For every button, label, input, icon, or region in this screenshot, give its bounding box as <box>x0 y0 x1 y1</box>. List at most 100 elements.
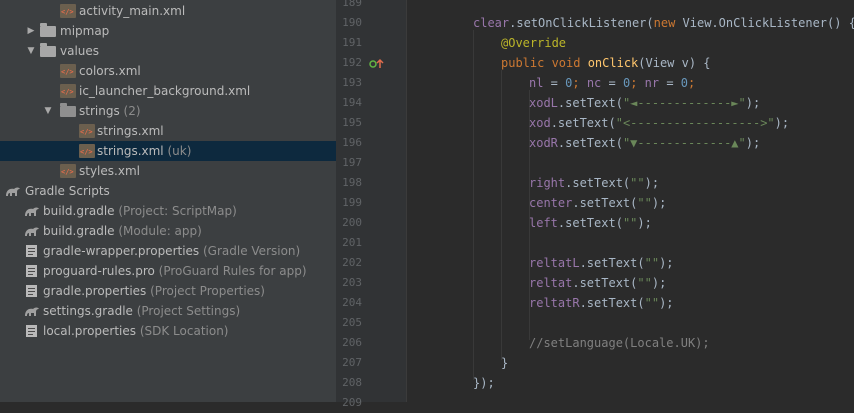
code-line[interactable]: center.setText(""); <box>529 193 666 213</box>
code-token: } <box>501 356 509 370</box>
tree-item-label: strings.xml <box>97 144 164 158</box>
gradle-icon <box>25 307 39 316</box>
code-line[interactable]: left.setText(""); <box>529 213 652 233</box>
code-token: reltat <box>529 276 573 290</box>
tree-item-hint: (Project: ScriptMap) <box>114 204 237 218</box>
tree-item-colors[interactable]: colors.xml <box>0 61 336 81</box>
tree-item-values[interactable]: ▼ values <box>0 41 336 61</box>
gradle-icon <box>25 227 39 236</box>
code-line[interactable]: xodL.setText("◄-------------►"); <box>529 93 760 113</box>
line-number: 209 <box>342 396 362 409</box>
tree-item-label: proguard-rules.pro <box>43 264 155 278</box>
tree-item-mipmap[interactable]: ▶ mipmap <box>0 21 336 41</box>
code-token: onClick <box>587 56 639 70</box>
tree-item-label: ic_launcher_background.xml <box>79 84 251 98</box>
code-line[interactable]: reltatL.setText(""); <box>529 253 674 273</box>
code-token: "<------------------>" <box>615 116 775 130</box>
line-number: 204 <box>342 296 362 309</box>
code-line[interactable]: reltat.setText(""); <box>529 273 666 293</box>
tree-item-strings-xml-uk[interactable]: strings.xml (uk) <box>0 141 336 161</box>
tree-item-hint: (ProGuard Rules for app) <box>154 264 307 278</box>
code-token: center <box>529 196 573 210</box>
code-token: ); <box>745 96 761 110</box>
tree-item-gradle-scripts[interactable]: Gradle Scripts <box>0 181 336 201</box>
tree-item-styles[interactable]: styles.xml <box>0 161 336 181</box>
tree-item-ic-launcher-background[interactable]: ic_launcher_background.xml <box>0 81 336 101</box>
code-line[interactable]: @Override <box>501 33 566 53</box>
code-line[interactable]: } <box>501 353 508 373</box>
code-token: //setLanguage(Locale.UK); <box>529 336 710 350</box>
line-number: 194 <box>342 96 362 109</box>
code-token: xodL <box>529 96 558 110</box>
tree-item-gradle-properties[interactable]: gradle.properties (Project Properties) <box>0 281 336 301</box>
tree-item-label: styles.xml <box>79 164 140 178</box>
code-line[interactable]: right.setText(""); <box>529 173 659 193</box>
line-number: 193 <box>342 76 362 89</box>
code-line[interactable]: xodR.setText("▼-------------▲"); <box>529 133 760 153</box>
line-number: 189 <box>342 0 362 9</box>
properties-icon <box>26 325 37 337</box>
code-editor[interactable]: clear.setOnClickListener(new View.OnClic… <box>407 0 854 402</box>
tree-item-activity-main[interactable]: activity_main.xml <box>0 1 336 21</box>
code-token: reltatL <box>529 256 580 270</box>
code-token: .setText( <box>557 216 623 230</box>
tree-item-strings-xml[interactable]: strings.xml <box>0 121 336 141</box>
code-token: right <box>529 176 566 190</box>
xml-file-icon <box>60 64 76 78</box>
code-line[interactable]: nl = 0; nc = 0; nr = 0; <box>529 73 695 93</box>
code-line[interactable]: }); <box>473 373 495 393</box>
xml-file-icon <box>79 124 95 138</box>
override-method-icon[interactable] <box>369 58 387 70</box>
ide-window: activity_main.xml ▶ mipmap ▼ values colo… <box>0 0 854 409</box>
code-line[interactable]: clear.setOnClickListener(new View.OnClic… <box>473 13 854 33</box>
line-number: 200 <box>342 216 362 229</box>
code-token: nl <box>529 76 544 90</box>
collapse-arrow-icon[interactable]: ▼ <box>25 41 37 61</box>
tree-item-hint: (Project Settings) <box>132 304 241 318</box>
line-number: 198 <box>342 176 362 189</box>
project-tree-panel[interactable]: activity_main.xml ▶ mipmap ▼ values colo… <box>0 0 336 402</box>
code-token: .setOnClickListener( <box>509 16 654 30</box>
line-number: 191 <box>342 36 362 49</box>
code-token: }); <box>473 376 495 390</box>
tree-item-gradle-wrapper-properties[interactable]: gradle-wrapper.properties (Gradle Versio… <box>0 241 336 261</box>
code-token: ); <box>745 136 761 150</box>
tree-item-label: gradle.properties <box>43 284 147 298</box>
line-number: 203 <box>342 276 362 289</box>
code-token: "" <box>637 276 652 290</box>
editor-gutter[interactable]: 189 190 191 192 193 194 195 196 197 198 199 200 201 2… <box>336 0 415 409</box>
code-token: ); <box>659 296 674 310</box>
code-line[interactable]: reltatR.setText(""); <box>529 293 674 313</box>
line-number: 196 <box>342 136 362 149</box>
collapse-arrow-icon[interactable]: ▼ <box>42 101 54 121</box>
properties-icon <box>26 285 37 297</box>
code-token: xodR <box>529 136 558 150</box>
folder-icon <box>40 43 56 57</box>
code-line[interactable]: public void onClick(View v) { <box>501 53 711 73</box>
tree-item-proguard-rules[interactable]: proguard-rules.pro (ProGuard Rules for a… <box>0 261 336 281</box>
line-number: 208 <box>342 376 362 389</box>
line-number: 195 <box>342 116 362 129</box>
code-token: .setText( <box>572 276 638 290</box>
tree-item-label: local.properties <box>43 324 137 338</box>
code-token: new <box>653 16 683 30</box>
code-token: xod <box>529 116 551 130</box>
folder-icon <box>40 23 56 37</box>
code-token: "" <box>637 196 652 210</box>
tree-item-strings-folder[interactable]: ▼ strings (2) <box>0 101 336 121</box>
code-token: ; <box>630 76 645 90</box>
tree-item-local-properties[interactable]: local.properties (SDK Location) <box>0 321 336 341</box>
properties-icon <box>26 245 37 257</box>
tree-item-label: settings.gradle <box>43 304 133 318</box>
tree-item-build-gradle-module[interactable]: build.gradle (Module: app) <box>0 221 336 241</box>
code-token: "" <box>622 216 638 230</box>
tree-item-hint: (2) <box>119 104 141 118</box>
code-line[interactable]: xod.setText("<------------------>"); <box>529 113 789 133</box>
line-number: 206 <box>342 336 362 349</box>
tree-item-settings-gradle[interactable]: settings.gradle (Project Settings) <box>0 301 336 321</box>
tree-item-build-gradle-project[interactable]: build.gradle (Project: ScriptMap) <box>0 201 336 221</box>
tree-item-label: Gradle Scripts <box>25 184 110 198</box>
expand-arrow-icon[interactable]: ▶ <box>25 21 37 41</box>
code-line[interactable]: //setLanguage(Locale.UK); <box>529 333 710 353</box>
code-token: .setText( <box>557 136 623 150</box>
